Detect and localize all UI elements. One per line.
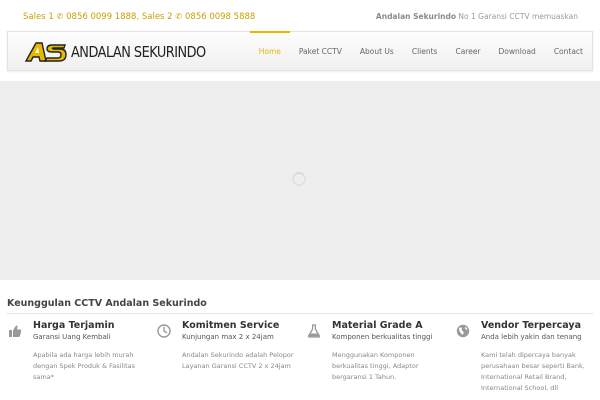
flask-icon: [307, 324, 321, 338]
feature-subtitle: Anda lebih yakin dan tenang: [481, 333, 582, 341]
nav-item-about-us[interactable]: About Us: [351, 32, 403, 72]
top-slogan: Andalan Sekurindo No 1 Garansi CCTV memu…: [376, 12, 578, 21]
clock-icon: [157, 324, 171, 338]
nav-item-download[interactable]: Download: [490, 32, 545, 72]
nav-item-paket-cctv[interactable]: Paket CCTV: [290, 32, 351, 72]
sales2-label: Sales 2: [141, 12, 173, 22]
brand-name: Andalan Sekurindo: [375, 12, 457, 21]
globe-icon: [456, 324, 470, 338]
feature-description: Kami telah dipercaya banyak perusahaan b…: [481, 351, 585, 392]
sales2-phone[interactable]: 0856 0098 5888: [185, 12, 255, 22]
sales1-label: Sales 1: [23, 12, 54, 22]
phone-icon: ✆: [175, 12, 182, 21]
phone-icon: ✆: [56, 12, 64, 21]
feature-subtitle: Kunjungan max 2 x 24jam: [182, 333, 274, 341]
top-bar: Sales 1 ✆ 0856 0099 1888, Sales 2 ✆ 0856…: [0, 0, 600, 34]
feature-title: Vendor Terpercaya: [481, 320, 581, 331]
section-title: Keunggulan CCTV Andalan Sekurindo: [7, 298, 207, 309]
slogan-text: No 1 Garansi CCTV memuaskan: [458, 12, 578, 21]
logo-mark-icon: [25, 42, 67, 62]
main-navbar: ANDALAN SEKURINDO Home Paket CCTV About …: [7, 31, 593, 71]
nav-menu: Home Paket CCTV About Us Clients Career …: [249, 31, 592, 72]
feature-description: Apabila ada harga lebih murah dengan Spe…: [33, 351, 135, 381]
site-logo[interactable]: ANDALAN SEKURINDO: [25, 41, 228, 63]
feature-subtitle: Garansi Uang Kembali: [33, 333, 111, 341]
feature-title: Komitmen Service: [182, 320, 280, 331]
feature-subtitle: Komponen berkualitas tinggi: [332, 333, 433, 341]
nav-item-home[interactable]: Home: [249, 31, 291, 72]
loading-spinner-icon: [292, 172, 306, 186]
feature-title: Harga Terjamin: [33, 320, 115, 331]
nav-item-career[interactable]: Career: [446, 32, 489, 72]
logo-text: ANDALAN SEKURINDO: [71, 43, 206, 61]
sales-contacts: Sales 1 ✆ 0856 0099 1888, Sales 2 ✆ 0856…: [23, 12, 256, 22]
section-divider: [7, 313, 593, 314]
nav-item-contact[interactable]: Contact: [545, 32, 592, 72]
thumbs-up-icon: [8, 324, 22, 338]
feature-description: Menggunakan Komponen berkualitas tinggi,…: [332, 351, 419, 381]
sales1-phone[interactable]: 0856 0099 1888: [66, 12, 136, 22]
feature-description: Andalan Sekurindo adalah Pelopor Layanan…: [182, 351, 294, 370]
feature-title: Material Grade A: [332, 320, 423, 331]
nav-item-clients[interactable]: Clients: [403, 32, 447, 72]
